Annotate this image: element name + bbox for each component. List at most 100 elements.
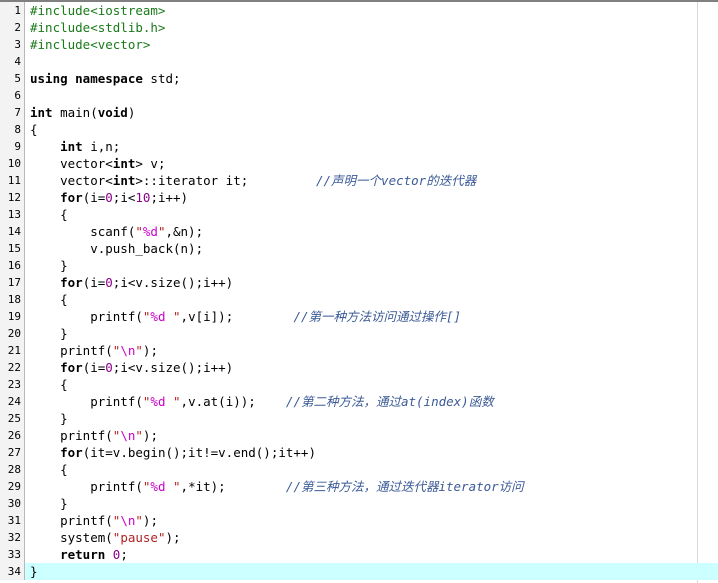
code-line[interactable]: 12 for(i=0;i<10;i++) — [0, 189, 718, 206]
code-line-text[interactable]: } — [25, 495, 718, 512]
code-line-text[interactable]: for(i=0;i<v.size();i++) — [25, 359, 718, 376]
code-token: int — [30, 105, 53, 120]
code-line-text[interactable]: #include<stdlib.h> — [25, 19, 718, 36]
code-line-text[interactable]: printf("%d ",*it); //第三种方法，通过迭代器iterator… — [25, 478, 718, 495]
code-line-text[interactable]: printf("\n"); — [25, 427, 718, 444]
code-token: scanf( — [30, 224, 136, 239]
code-line-text[interactable]: { — [25, 206, 718, 223]
code-token: { — [30, 292, 68, 307]
code-token: %d — [150, 309, 166, 324]
code-line[interactable]: 14 scanf("%d",&n); — [0, 223, 718, 240]
code-token: "pause" — [112, 530, 166, 545]
code-line-text[interactable]: } — [25, 410, 718, 427]
code-line[interactable]: 13 { — [0, 206, 718, 223]
code-line[interactable]: 6 — [0, 87, 718, 104]
code-line[interactable]: 3 #include<vector> — [0, 36, 718, 53]
code-token: ;i++) — [150, 190, 189, 205]
code-line[interactable]: 26 printf("\n"); — [0, 427, 718, 444]
code-line-text[interactable]: for(it=v.begin();it!=v.end();it++) — [25, 444, 718, 461]
code-line[interactable]: 5 using namespace std; — [0, 70, 718, 87]
code-line-text[interactable]: } — [25, 257, 718, 274]
code-line-text[interactable]: #include<iostream> — [25, 2, 718, 19]
code-line-text[interactable]: for(i=0;i<v.size();i++) — [25, 274, 718, 291]
code-line[interactable]: 34} — [0, 563, 718, 580]
code-line[interactable]: 32 system("pause"); — [0, 529, 718, 546]
code-line-text[interactable]: int main(void) — [25, 104, 718, 121]
code-token: #include<iostream> — [30, 3, 166, 18]
code-line[interactable]: 27 for(it=v.begin();it!=v.end();it++) — [0, 444, 718, 461]
code-line[interactable]: 19 printf("%d ",v[i]); //第一种方法访问通过操作[] — [0, 308, 718, 325]
code-line-text[interactable]: } — [25, 325, 718, 342]
code-lines-container[interactable]: 1 #include<iostream> 2 #include<stdlib.h> 3 #… — [0, 2, 718, 580]
code-line-text[interactable] — [25, 53, 718, 70]
code-line-text[interactable]: { — [25, 461, 718, 478]
code-line-text[interactable]: vector<int>::iterator it; //声明一个vector的迭… — [25, 172, 718, 189]
code-token: //声明一个vector的迭代器 — [316, 173, 477, 188]
code-token: \n — [120, 513, 136, 528]
code-token: i,n; — [82, 139, 121, 154]
code-line[interactable]: 33 return 0; — [0, 546, 718, 563]
code-line[interactable]: 2 #include<stdlib.h> — [0, 19, 718, 36]
line-number: 2 — [0, 19, 25, 36]
code-line[interactable]: 1 #include<iostream> — [0, 2, 718, 19]
code-line[interactable]: 20 } — [0, 325, 718, 342]
code-line[interactable]: 23 { — [0, 376, 718, 393]
code-token: " — [135, 343, 143, 358]
code-token: ); — [142, 343, 158, 358]
code-line-text[interactable]: vector<int> v; — [25, 155, 718, 172]
code-line-text[interactable]: system("pause"); — [25, 529, 718, 546]
code-line-text[interactable]: printf("\n"); — [25, 512, 718, 529]
line-number: 27 — [0, 444, 25, 461]
code-line-text[interactable]: printf("%d ",v[i]); //第一种方法访问通过操作[] — [25, 308, 718, 325]
code-line-text[interactable] — [25, 87, 718, 104]
code-line-text[interactable]: int i,n; — [25, 138, 718, 155]
code-line[interactable]: 10 vector<int> v; — [0, 155, 718, 172]
code-line[interactable]: 18 { — [0, 291, 718, 308]
code-line[interactable]: 21 printf("\n"); — [0, 342, 718, 359]
code-line-text[interactable]: return 0; — [25, 546, 718, 563]
code-line[interactable]: 11 vector<int>::iterator it; //声明一个vecto… — [0, 172, 718, 189]
code-line[interactable]: 31 printf("\n"); — [0, 512, 718, 529]
code-line[interactable]: 30 } — [0, 495, 718, 512]
code-token: { — [30, 207, 68, 222]
code-line[interactable]: 9 int i,n; — [0, 138, 718, 155]
code-line-text[interactable]: printf("%d ",v.at(i)); //第二种方法，通过at(inde… — [25, 393, 718, 410]
code-line-text[interactable]: { — [25, 121, 718, 138]
code-line-text[interactable]: printf("\n"); — [25, 342, 718, 359]
code-line-text[interactable]: for(i=0;i<10;i++) — [25, 189, 718, 206]
code-line[interactable]: 24 printf("%d ",v.at(i)); //第二种方法，通过at(i… — [0, 393, 718, 410]
code-line-text[interactable]: using namespace std; — [25, 70, 718, 87]
code-token: std; — [142, 71, 181, 86]
line-number: 20 — [0, 325, 25, 342]
code-line-text[interactable]: } — [25, 563, 718, 580]
code-token: ,v[i]); — [180, 309, 234, 324]
code-line[interactable]: 17 for(i=0;i<v.size();i++) — [0, 274, 718, 291]
code-token: (i= — [82, 190, 106, 205]
code-line[interactable]: 29 printf("%d ",*it); //第三种方法，通过迭代器itera… — [0, 478, 718, 495]
code-token: system( — [30, 530, 113, 545]
line-number: 1 — [0, 2, 25, 19]
code-line[interactable]: 8{ — [0, 121, 718, 138]
code-editor[interactable]: 1 #include<iostream> 2 #include<stdlib.h> 3 #… — [0, 0, 718, 583]
code-token: return — [60, 547, 106, 562]
code-line-text[interactable]: { — [25, 291, 718, 308]
code-line[interactable]: 16 } — [0, 257, 718, 274]
code-token: >::iterator it; — [135, 173, 249, 188]
code-token: (it=v.begin();it!=v.end();it++) — [82, 445, 316, 460]
code-line[interactable]: 28 { — [0, 461, 718, 478]
code-token: //第三种方法，通过迭代器iterator访问 — [285, 479, 524, 494]
code-line[interactable]: 25 } — [0, 410, 718, 427]
code-line[interactable]: 15 v.push_back(n); — [0, 240, 718, 257]
code-line-text[interactable]: v.push_back(n); — [25, 240, 718, 257]
code-token: } — [30, 496, 68, 511]
code-line[interactable]: 7 int main(void) — [0, 104, 718, 121]
line-number: 30 — [0, 495, 25, 512]
code-line-text[interactable]: #include<vector> — [25, 36, 718, 53]
code-line[interactable]: 4 — [0, 53, 718, 70]
code-line-text[interactable]: { — [25, 376, 718, 393]
line-number: 23 — [0, 376, 25, 393]
code-line-text[interactable]: scanf("%d",&n); — [25, 223, 718, 240]
code-line[interactable]: 22 for(i=0;i<v.size();i++) — [0, 359, 718, 376]
code-token: ,v.at(i)); — [180, 394, 256, 409]
